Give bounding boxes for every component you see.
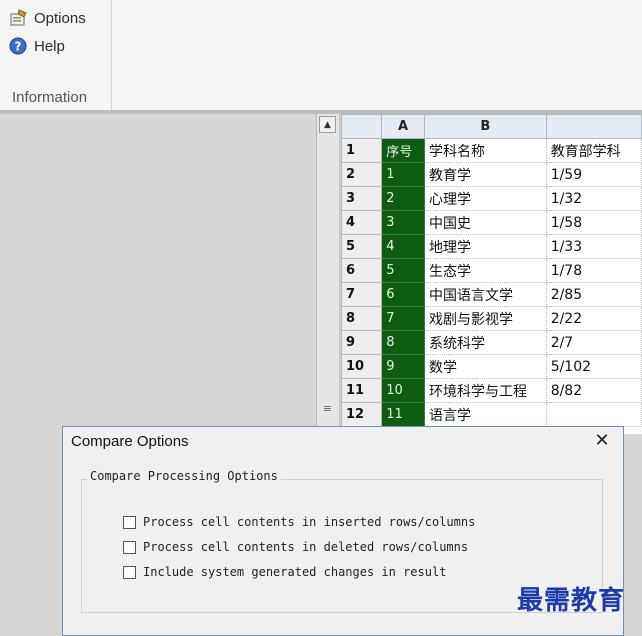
row-header[interactable]: 5 (341, 234, 383, 259)
ribbon: Options ? Help Information (0, 0, 642, 111)
row-header[interactable]: 12 (341, 402, 383, 427)
cell-b[interactable]: 数学 (423, 354, 547, 379)
cell-b[interactable]: 地理学 (423, 234, 547, 259)
row-header[interactable]: 7 (341, 282, 383, 307)
cell-c[interactable]: 5/102 (545, 354, 642, 379)
cell-c[interactable]: 1/58 (545, 210, 642, 235)
cell-a[interactable]: 7 (381, 306, 425, 331)
cell-a[interactable]: 序号 (381, 138, 425, 163)
cell-b[interactable]: 戏剧与影视学 (423, 306, 547, 331)
option-include-system-changes[interactable]: Include system generated changes in resu… (123, 564, 446, 580)
cell-b[interactable]: 中国语言文学 (423, 282, 547, 307)
spreadsheet[interactable]: A B 1 序号 学科名称 教育部学科 2 1 教育学 1/59 3 2 心理学 1/32 4 3 中国史 1… (341, 114, 642, 434)
table-row: 12 11 语言学 (341, 402, 642, 427)
help-label: Help (34, 37, 65, 55)
cell-a[interactable]: 10 (381, 378, 425, 403)
watermark: 最需教育 (517, 586, 626, 616)
cell-a[interactable]: 2 (381, 186, 425, 211)
cell-a[interactable]: 4 (381, 234, 425, 259)
scroll-up-arrow-icon[interactable]: ▲ (319, 116, 336, 133)
section-label: Compare Processing Options (87, 469, 281, 483)
select-all-corner[interactable] (341, 114, 383, 139)
cell-a[interactable]: 9 (381, 354, 425, 379)
sheet-grid: A B 1 序号 学科名称 教育部学科 2 1 教育学 1/59 3 2 心理学 1/32 4 3 中国史 1… (341, 114, 642, 427)
group-label: Information (12, 89, 88, 106)
cell-c[interactable] (545, 402, 642, 427)
option-label: Include system generated changes in resu… (143, 565, 447, 579)
checkbox[interactable] (123, 515, 136, 529)
table-row: 11 10 环境科学与工程 8/82 (341, 378, 642, 403)
help-button[interactable]: ? Help (8, 35, 65, 57)
cell-c[interactable]: 1/33 (545, 234, 642, 259)
row-header[interactable]: 1 (341, 138, 383, 163)
cell-a[interactable]: 8 (381, 330, 425, 355)
cell-c[interactable]: 教育部学科 (545, 138, 642, 163)
cell-b[interactable]: 中国史 (423, 210, 547, 235)
column-header-a[interactable]: A (381, 114, 425, 139)
table-row: 3 2 心理学 1/32 (341, 186, 642, 211)
row-header[interactable]: 11 (341, 378, 383, 403)
option-process-inserted[interactable]: Process cell contents in inserted rows/c… (123, 514, 475, 530)
cell-b[interactable]: 语言学 (423, 402, 547, 427)
table-row: 4 3 中国史 1/58 (341, 210, 642, 235)
help-icon: ? (8, 36, 28, 56)
row-header[interactable]: 10 (341, 354, 383, 379)
row-header[interactable]: 8 (341, 306, 383, 331)
table-row: 2 1 教育学 1/59 (341, 162, 642, 187)
checkbox[interactable] (123, 565, 136, 579)
options-button[interactable]: Options (8, 7, 86, 29)
cell-a[interactable]: 5 (381, 258, 425, 283)
options-label: Options (34, 9, 86, 27)
cell-c[interactable]: 1/78 (545, 258, 642, 283)
cell-c[interactable]: 2/85 (545, 282, 642, 307)
column-header-b[interactable]: B (423, 114, 547, 139)
table-row: 5 4 地理学 1/33 (341, 234, 642, 259)
option-process-deleted[interactable]: Process cell contents in deleted rows/co… (123, 539, 468, 555)
table-row: 9 8 系统科学 2/7 (341, 330, 642, 355)
close-icon[interactable]: ✕ (591, 430, 613, 452)
row-header[interactable]: 9 (341, 330, 383, 355)
svg-text:?: ? (15, 40, 22, 54)
cell-a[interactable]: 6 (381, 282, 425, 307)
option-label: Process cell contents in deleted rows/co… (143, 540, 469, 554)
information-group: Options ? Help Information (0, 0, 112, 110)
table-row: 7 6 中国语言文学 2/85 (341, 282, 642, 307)
cell-b[interactable]: 教育学 (423, 162, 547, 187)
vertical-scrollbar[interactable]: ▲ ≡ (316, 114, 340, 434)
cell-a[interactable]: 3 (381, 210, 425, 235)
cell-b[interactable]: 学科名称 (423, 138, 547, 163)
cell-c[interactable]: 2/22 (545, 306, 642, 331)
cell-b[interactable]: 环境科学与工程 (423, 378, 547, 403)
cell-c[interactable]: 1/59 (545, 162, 642, 187)
row-header[interactable]: 2 (341, 162, 383, 187)
cell-a[interactable]: 1 (381, 162, 425, 187)
column-header-c[interactable] (545, 114, 642, 139)
cell-c[interactable]: 8/82 (545, 378, 642, 403)
option-label: Process cell contents in inserted rows/c… (143, 515, 476, 529)
cell-b[interactable]: 生态学 (423, 258, 547, 283)
row-header[interactable]: 4 (341, 210, 383, 235)
table-row: 6 5 生态学 1/78 (341, 258, 642, 283)
options-icon (8, 8, 28, 28)
cell-b[interactable]: 心理学 (423, 186, 547, 211)
row-header[interactable]: 3 (341, 186, 383, 211)
cell-c[interactable]: 1/32 (545, 186, 642, 211)
checkbox[interactable] (123, 540, 136, 554)
cell-a[interactable]: 11 (381, 402, 425, 427)
table-row: 8 7 戏剧与影视学 2/22 (341, 306, 642, 331)
grip-icon[interactable]: ≡ (321, 402, 334, 415)
cell-b[interactable]: 系统科学 (423, 330, 547, 355)
table-row: 10 9 数学 5/102 (341, 354, 642, 379)
row-header[interactable]: 6 (341, 258, 383, 283)
dialog-title: Compare Options (71, 433, 189, 450)
table-row: 1 序号 学科名称 教育部学科 (341, 138, 642, 163)
cell-c[interactable]: 2/7 (545, 330, 642, 355)
